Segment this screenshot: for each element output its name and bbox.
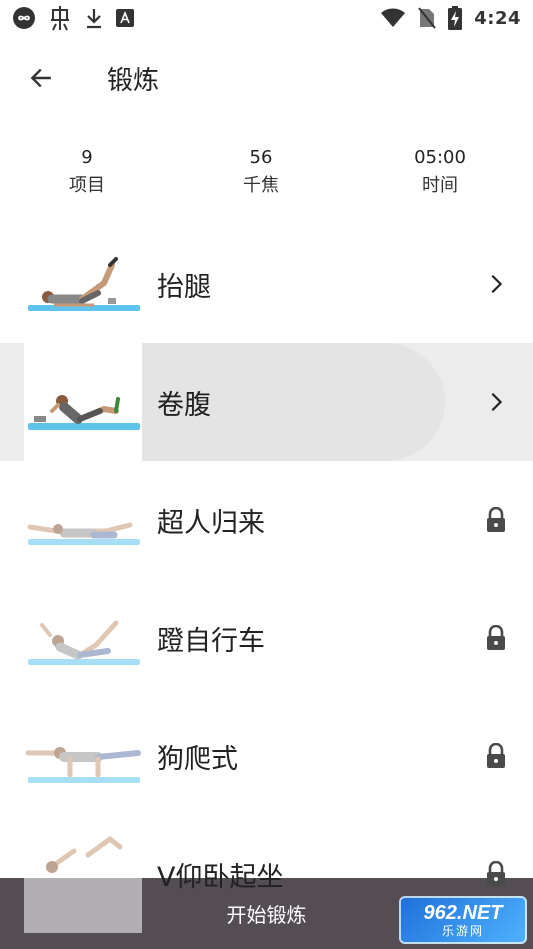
chevron-right-icon: [491, 274, 503, 294]
stat-value: 56: [249, 147, 273, 168]
row-action: [476, 500, 516, 540]
page-title: 锻炼: [107, 65, 160, 96]
exercise-row-leg-raise[interactable]: 抬腿: [0, 225, 533, 343]
chevron-right-icon: [491, 392, 503, 412]
toolbar: 锻炼: [0, 46, 533, 110]
stat-energy: 56 千焦: [201, 145, 321, 201]
start-workout-label: 开始锻炼: [226, 903, 307, 927]
watermark-bottom-text: 乐游网: [441, 924, 484, 938]
exercise-illustration: [24, 461, 142, 579]
stat-exercise-count: 9 项目: [27, 145, 147, 201]
workout-stats: 9 项目 56 千焦 05:00 时间: [0, 145, 533, 205]
exercise-illustration: [24, 579, 142, 697]
row-action: [476, 736, 516, 776]
exercise-name: V仰卧起坐: [157, 861, 284, 893]
stat-value: 9: [81, 147, 93, 168]
watermark-top-text: 962.NET: [423, 902, 503, 924]
exercise-illustration: [24, 697, 142, 815]
status-time: 4:24: [474, 7, 521, 29]
row-action: [476, 618, 516, 658]
stat-duration: 05:00 时间: [380, 145, 500, 201]
stat-value: 05:00: [414, 147, 466, 168]
exercise-name: 卷腹: [157, 389, 211, 421]
exercise-row-bicycle-crunch[interactable]: 蹬自行车: [0, 579, 533, 697]
battery-charging-icon: [448, 6, 463, 30]
exercise-list: 抬腿 卷腹 超人归来 蹬自行车 狗爬式 V仰卧起坐: [0, 225, 533, 933]
arrow-left-icon: [30, 68, 51, 88]
row-action: [476, 854, 516, 894]
exercise-row-crunch[interactable]: 卷腹: [0, 343, 533, 461]
exercise-name: 抬腿: [157, 271, 211, 303]
site-watermark-logo: 962.NET 乐游网: [399, 896, 527, 944]
status-bar: 4:24: [0, 0, 533, 36]
infinity-icon: [13, 7, 35, 29]
row-action: [476, 264, 516, 304]
stat-label: 千焦: [243, 175, 279, 196]
no-sim-icon: [418, 7, 436, 29]
lock-icon: [487, 625, 505, 650]
exercise-name: 蹬自行车: [157, 625, 265, 657]
back-button[interactable]: [17, 54, 65, 102]
exercise-name: 超人归来: [157, 507, 265, 539]
stat-label: 时间: [422, 175, 458, 196]
exercise-name: 狗爬式: [157, 743, 238, 775]
download-icon: [87, 9, 101, 29]
row-action: [476, 382, 516, 422]
exercise-row-bird-dog[interactable]: 狗爬式: [0, 697, 533, 815]
status-bar-right: 4:24: [380, 6, 521, 30]
exercise-illustration: [24, 343, 142, 461]
exercise-illustration: [24, 225, 142, 343]
font-icon: [116, 9, 134, 27]
status-bar-left: [12, 5, 134, 31]
lock-icon: [487, 861, 505, 886]
lock-icon: [487, 743, 505, 768]
bug-icon: [51, 6, 69, 31]
exercise-illustration: [24, 815, 142, 933]
stat-label: 项目: [69, 175, 105, 196]
wifi-icon: [381, 8, 406, 27]
exercise-row-superman[interactable]: 超人归来: [0, 461, 533, 579]
lock-icon: [487, 507, 505, 532]
